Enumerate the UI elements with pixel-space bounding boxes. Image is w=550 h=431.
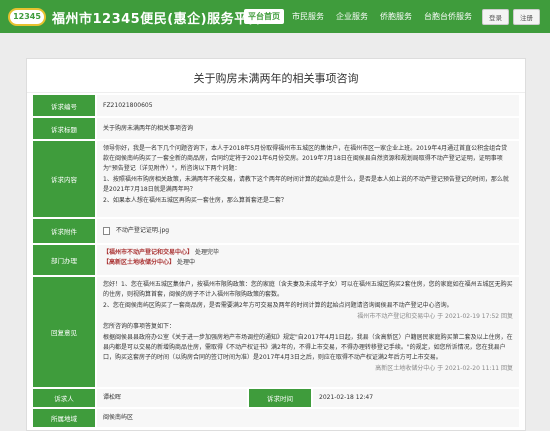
value-area: 闽侯南屿区 (97, 409, 519, 427)
nav-citizen-service[interactable]: 市民服务 (288, 9, 328, 24)
row-attachment: 诉求附件 不动产登记证明.jpg (33, 219, 519, 243)
department-status: 处理完毕 (194, 249, 219, 256)
department-item: 【福州市不动产登记和交易中心】 处理完毕 (103, 248, 513, 258)
reply-1-paragraph: 您好！1、您在福州五城区集体户，按福州市限购政策：您的家庭（含夫妻及未成年子女）… (103, 281, 513, 298)
department-item: 【高新区土地收储分中心】 处理中 (103, 258, 513, 268)
row-requester: 诉求人 谭松晖 诉求时间 2021-02-18 12:47 (33, 389, 519, 407)
reply-2-paragraph: 您所咨询的事项答复如下： (103, 323, 176, 330)
row-area: 所属地域 闽侯南屿区 (33, 409, 519, 427)
label-content: 诉求内容 (33, 141, 95, 217)
appeal-detail-panel: 关于购房未满两年的相关事项咨询 诉求编号 FZ21021800605 诉求标题 … (26, 58, 526, 431)
value-reply: 您好！1、您在福州五城区集体户，按福州市限购政策：您的家庭（含夫妻及未成年子女）… (97, 277, 519, 387)
value-number: FZ21021800605 (97, 95, 519, 116)
site-logo[interactable]: 12345 (8, 8, 46, 26)
label-time: 诉求时间 (249, 389, 311, 407)
reply-2-meta: 高新区土地收储分中心 于 2021-02-20 11:11 回复 (375, 365, 513, 372)
nav-enterprise-service[interactable]: 企业服务 (332, 9, 372, 24)
value-time: 2021-02-18 12:47 (313, 389, 519, 407)
site-title[interactable]: 福州市12345便民(惠企)服务平台 (52, 8, 261, 27)
image-file-icon (103, 226, 110, 235)
value-title: 关于购房未满两年的相关事项咨询 (97, 118, 519, 139)
row-reply: 回复意见 您好！1、您在福州五城区集体户，按福州市限购政策：您的家庭（含夫妻及未… (33, 277, 519, 387)
row-number: 诉求编号 FZ21021800605 (33, 95, 519, 116)
nav-overseas-service[interactable]: 侨胞服务 (376, 9, 416, 24)
label-attachment: 诉求附件 (33, 219, 95, 243)
auth-buttons: 登录 注册 (482, 9, 540, 25)
page-title: 关于购房未满两年的相关事项咨询 (27, 59, 525, 93)
content-question-2: 2、如果本人想在福州五城区再购买一套住房，那么算首套还是二套？ (103, 197, 287, 204)
value-requester: 谭松晖 (97, 389, 247, 407)
content-question-1: 1、按照福州市购房相关政策，未满两年不能交易，请教下这个两年的时间计算的起始点是… (103, 176, 509, 193)
value-content: 领导你好，我是一名下几个问题咨询下，本人于2018年5月份取得福州市五城区的集体… (97, 141, 519, 217)
department-name: 【高新区土地收储分中心】 (103, 259, 176, 266)
department-name: 【福州市不动产登记和交易中心】 (103, 249, 194, 256)
label-area: 所属地域 (33, 409, 95, 427)
attachment-link[interactable]: 不动产登记证明.jpg (116, 227, 169, 234)
department-status: 处理中 (176, 259, 195, 266)
row-department: 部门办理 【福州市不动产登记和交易中心】 处理完毕 【高新区土地收储分中心】 处… (33, 245, 519, 275)
label-title: 诉求标题 (33, 118, 95, 139)
reply-2-paragraph: 根据闽侯县县政府办公室《关于进一步加强房地产市场调控的通知》规定"自2017年4… (103, 334, 513, 361)
value-department: 【福州市不动产登记和交易中心】 处理完毕 【高新区土地收储分中心】 处理中 (97, 245, 519, 275)
label-requester: 诉求人 (33, 389, 95, 407)
nav-home[interactable]: 平台首页 (244, 9, 284, 24)
label-number: 诉求编号 (33, 95, 95, 116)
reply-1-meta: 福州市不动产登记和交易中心 于 2021-02-19 17:52 回复 (357, 313, 513, 320)
nav-taiwan-service[interactable]: 台胞台侨服务 (420, 9, 476, 24)
reply-1-paragraph: 2、您在闽侯南屿区购买了一套商品房，是否需要满2年方可交易及两年的时间计算的起始… (103, 302, 453, 309)
row-content: 诉求内容 领导你好，我是一名下几个问题咨询下，本人于2018年5月份取得福州市五… (33, 141, 519, 217)
login-button[interactable]: 登录 (482, 9, 509, 25)
row-title: 诉求标题 关于购房未满两年的相关事项咨询 (33, 118, 519, 139)
main-nav: 平台首页 市民服务 企业服务 侨胞服务 台胞台侨服务 (244, 9, 476, 24)
label-department: 部门办理 (33, 245, 95, 275)
label-reply: 回复意见 (33, 277, 95, 387)
content-paragraph: 领导你好，我是一名下几个问题咨询下，本人于2018年5月份取得福州市五城区的集体… (103, 145, 508, 172)
register-button[interactable]: 注册 (513, 9, 540, 25)
top-navigation-bar: 12345 福州市12345便民(惠企)服务平台 平台首页 市民服务 企业服务 … (0, 0, 550, 33)
value-attachment: 不动产登记证明.jpg (97, 219, 519, 243)
